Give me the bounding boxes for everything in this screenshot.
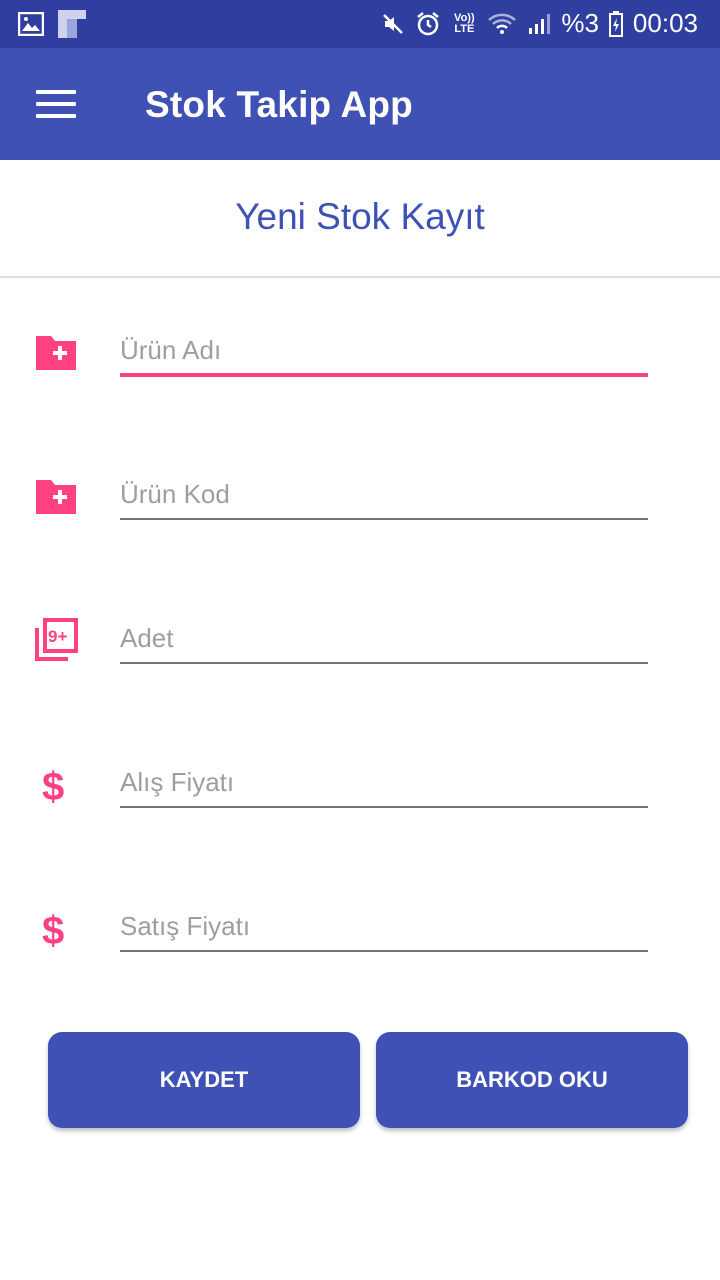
status-bar-system: Vo)) LTE %3 00:03 xyxy=(381,8,698,39)
wifi-icon xyxy=(488,13,517,34)
product-code-field[interactable] xyxy=(120,472,648,520)
app-bar: Stok Takip App xyxy=(0,48,720,160)
page-title: Yeni Stok Kayıt xyxy=(235,196,485,237)
quantity-input[interactable] xyxy=(120,616,648,660)
folder-add-icon xyxy=(36,336,76,370)
battery-percentage: %3 xyxy=(561,8,599,38)
gallery-icon xyxy=(18,12,44,36)
flipboard-icon xyxy=(58,10,86,38)
dollar-icon: $ xyxy=(42,765,64,806)
hamburger-menu-icon[interactable] xyxy=(36,90,76,120)
app-title: Stok Takip App xyxy=(145,84,413,125)
product-code-input[interactable] xyxy=(120,472,648,516)
signal-icon xyxy=(529,13,551,34)
sale-price-field[interactable] xyxy=(120,904,648,952)
dollar-icon: $ xyxy=(42,909,64,950)
purchase-price-input[interactable] xyxy=(120,760,648,804)
sale-price-underline xyxy=(120,950,648,952)
battery-icon xyxy=(608,10,623,37)
product-name-underline xyxy=(120,373,648,377)
status-bar: Vo)) LTE %3 00:03 xyxy=(0,0,720,48)
folder-add-icon xyxy=(36,480,76,514)
product-code-underline xyxy=(120,518,648,520)
clock: 00:03 xyxy=(632,8,698,38)
mute-icon xyxy=(383,13,404,34)
svg-text:$: $ xyxy=(42,909,64,950)
filter-9-plus-icon: 9+ xyxy=(35,618,78,661)
svg-text:9+: 9+ xyxy=(48,627,67,646)
quantity-underline xyxy=(120,662,648,664)
status-bar-notifications xyxy=(18,10,86,38)
alarm-icon xyxy=(417,11,440,35)
barcode-scan-button[interactable]: BARKOD OKU xyxy=(376,1032,688,1128)
quantity-field[interactable] xyxy=(120,616,648,664)
svg-text:$: $ xyxy=(42,765,64,806)
product-name-input[interactable] xyxy=(120,328,648,372)
product-name-field[interactable] xyxy=(120,328,648,377)
volte-icon: Vo)) LTE xyxy=(454,11,475,35)
save-button[interactable]: KAYDET xyxy=(48,1032,360,1128)
purchase-price-underline xyxy=(120,806,648,808)
sale-price-input[interactable] xyxy=(120,904,648,948)
divider xyxy=(0,276,720,278)
purchase-price-field[interactable] xyxy=(120,760,648,808)
